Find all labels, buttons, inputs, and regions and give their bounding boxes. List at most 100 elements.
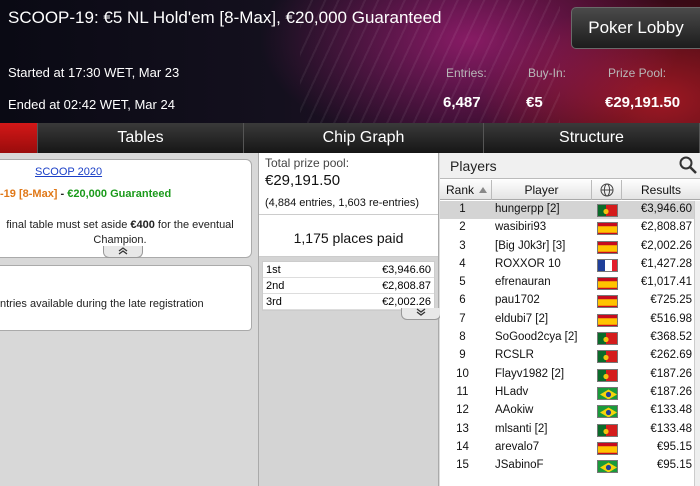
player-rank: 1 xyxy=(459,203,466,215)
player-row[interactable]: 3 [Big J0k3r] [3] €2,002.26 xyxy=(440,238,700,256)
rank-column-header[interactable]: Rank xyxy=(440,180,492,200)
chevron-down-icon xyxy=(416,308,426,316)
player-name: ROXXOR 10 xyxy=(495,257,561,270)
player-row[interactable]: 5 efrenauran €1,017.41 xyxy=(440,274,700,292)
prize-panel: Total prize pool: €29,191.50 (4,884 entr… xyxy=(258,153,441,486)
player-row[interactable]: 4 ROXXOR 10 €1,427.28 xyxy=(440,256,700,274)
player-result: €368.52 xyxy=(650,331,692,344)
payout-place: 3rd xyxy=(266,296,282,308)
player-name: JSabinoF xyxy=(495,459,544,472)
player-row[interactable]: 15 JSabinoF €95.15 xyxy=(440,457,700,475)
country-column-header[interactable] xyxy=(592,180,622,200)
players-list: 1 hungerpp [2] €3,946.60 2 wasibiri93 €2,808.… xyxy=(440,201,700,475)
sort-ascending-icon xyxy=(479,187,488,193)
places-paid: 1,175 places paid xyxy=(293,230,404,246)
tab-structure[interactable]: Structure xyxy=(484,123,700,153)
player-row[interactable]: 14 arevalo7 €95.15 xyxy=(440,439,700,457)
player-name: efrenauran xyxy=(495,276,551,289)
payout-row: 2nd €2,808.87 xyxy=(263,278,434,294)
player-result: €516.98 xyxy=(650,312,692,325)
buyin-value: €5 xyxy=(526,94,543,111)
end-time: Ended at 02:42 WET, Mar 24 xyxy=(8,97,175,112)
player-result: €2,002.26 xyxy=(640,239,692,252)
start-time: Started at 17:30 WET, Mar 23 xyxy=(8,65,180,80)
search-icon[interactable] xyxy=(678,155,698,175)
player-name: SoGood2cya [2] xyxy=(495,331,578,344)
tournament-header: SCOOP-19: €5 NL Hold'em [8-Max], €20,000… xyxy=(0,0,700,123)
player-rank: 9 xyxy=(459,349,466,362)
notice-part-b: for the eventual xyxy=(154,219,234,231)
player-rank: 15 xyxy=(456,459,469,472)
player-row[interactable]: 1 hungerpp [2] €3,946.60 xyxy=(440,201,700,220)
collapse-info-button[interactable] xyxy=(103,246,143,258)
entries-label: Entries: xyxy=(446,66,487,80)
late-registration-text: ntries available during the late registr… xyxy=(0,298,204,310)
player-result: €1,017.41 xyxy=(640,276,692,289)
notice-part-a: final table must set aside xyxy=(6,219,131,231)
player-name: wasibiri93 xyxy=(495,221,547,234)
player-result: €2,808.87 xyxy=(640,221,692,234)
player-row[interactable]: 8 SoGood2cya [2] €368.52 xyxy=(440,329,700,347)
player-row[interactable]: 2 wasibiri93 €2,808.87 xyxy=(440,219,700,237)
player-row[interactable]: 12 AAokiw €133.48 xyxy=(440,402,700,420)
chevron-up-icon xyxy=(118,247,128,255)
series-link[interactable]: SCOOP 2020 xyxy=(35,166,102,178)
player-name: hungerpp [2] xyxy=(495,203,560,215)
player-result: €187.26 xyxy=(650,367,692,380)
player-result: €133.48 xyxy=(650,422,692,435)
payout-row: 1st €3,946.60 xyxy=(263,262,434,278)
player-row[interactable]: 9 RCSLR €262.69 xyxy=(440,347,700,365)
tab-info[interactable] xyxy=(0,123,38,153)
tab-tables[interactable]: Tables xyxy=(38,123,244,153)
buyin-label: Buy-In: xyxy=(528,66,567,80)
es-flag-icon xyxy=(597,313,618,327)
player-row[interactable]: 13 mlsanti [2] €133.48 xyxy=(440,421,700,439)
payout-amount: €3,946.60 xyxy=(382,264,431,276)
champion-notice: final table must set aside €400 for the … xyxy=(0,218,240,248)
player-result: €1,427.28 xyxy=(640,257,692,270)
info-panel: SCOOP 2020 -19 [8-Max] - €20,000 Guarant… xyxy=(0,153,258,486)
player-column-header[interactable]: Player xyxy=(492,180,592,200)
es-flag-icon xyxy=(597,441,618,455)
subtitle-prefix: -19 xyxy=(0,188,19,200)
globe-icon xyxy=(600,183,613,197)
results-column-header[interactable]: Results xyxy=(622,180,700,200)
player-row[interactable]: 7 eldubi7 [2] €516.98 xyxy=(440,311,700,329)
payout-place: 1st xyxy=(266,264,281,276)
player-rank: 8 xyxy=(459,331,466,344)
player-rank: 13 xyxy=(456,422,469,435)
subtitle-separator: - xyxy=(57,188,68,200)
tab-chip-graph[interactable]: Chip Graph xyxy=(244,123,484,153)
total-prize-box: Total prize pool: €29,191.50 (4,884 entr… xyxy=(259,153,438,215)
tournament-title: SCOOP-19: €5 NL Hold'em [8-Max], €20,000… xyxy=(8,8,442,27)
pt-flag-icon xyxy=(597,350,618,364)
es-flag-icon xyxy=(597,277,618,291)
entries-value: 6,487 xyxy=(443,94,481,111)
br-flag-icon xyxy=(597,460,618,474)
tournament-subtitle: -19 [8-Max] - €20,000 Guaranteed xyxy=(0,188,171,200)
player-name: mlsanti [2] xyxy=(495,422,548,435)
players-header: Players xyxy=(440,153,700,179)
player-row[interactable]: 6 pau1702 €725.25 xyxy=(440,292,700,310)
expand-payouts-button[interactable] xyxy=(401,308,441,320)
poker-lobby-button[interactable]: Poker Lobby xyxy=(571,7,700,49)
player-rank: 5 xyxy=(459,276,466,289)
prize-pool-value: €29,191.50 xyxy=(605,94,681,111)
tab-bar: Tables Chip Graph Structure xyxy=(0,123,700,153)
subtitle-maxtag: [8-Max] xyxy=(18,188,58,200)
player-name: eldubi7 [2] xyxy=(495,312,549,325)
payout-amount: €2,002.26 xyxy=(382,296,431,308)
player-rank: 4 xyxy=(459,257,466,270)
br-flag-icon xyxy=(597,405,618,419)
player-name: AAokiw xyxy=(495,404,534,417)
fr-flag-icon xyxy=(597,258,618,272)
player-result: €3,946.60 xyxy=(640,203,692,215)
player-result: €95.15 xyxy=(656,459,692,472)
player-row[interactable]: 11 HLadv €187.26 xyxy=(440,384,700,402)
players-column-header: Rank Player Results xyxy=(440,180,700,200)
es-flag-icon xyxy=(597,240,618,254)
player-name: pau1702 xyxy=(495,294,540,307)
players-scrollbar[interactable] xyxy=(694,201,700,486)
player-rank: 14 xyxy=(456,440,469,453)
player-row[interactable]: 10 Flayv1982 [2] €187.26 xyxy=(440,366,700,384)
